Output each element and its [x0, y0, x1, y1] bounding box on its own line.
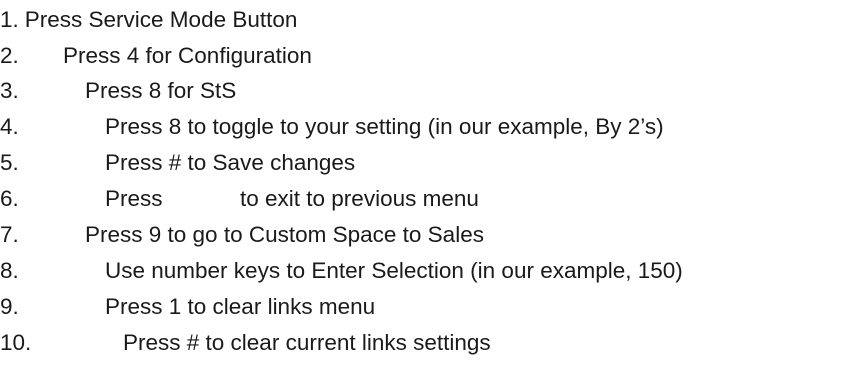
step-number: 10. [0, 330, 32, 355]
step-text-before: Press [105, 186, 163, 211]
step-number: 4. [0, 114, 19, 139]
step-number: 7. [0, 222, 19, 247]
step-text-after: to exit to previous menu [240, 186, 479, 211]
step-number: 5. [0, 150, 19, 175]
step-text: Use number keys to Enter Selection (in o… [105, 258, 683, 283]
step-text: Press 1 to clear links menu [105, 294, 376, 319]
step-text: Press 8 for StS [85, 78, 237, 103]
step-text: Press 8 to toggle to your setting (in ou… [105, 114, 664, 139]
step-number: 9. [0, 294, 19, 319]
step-number: 6. [0, 186, 19, 211]
step-text: Press # to clear current links settings [123, 330, 491, 355]
step-number: 1. [0, 7, 19, 32]
step-text: Press 9 to go to Custom Space to Sales [85, 222, 484, 247]
step-text: Press # to Save changes [105, 150, 356, 175]
step-number: 3. [0, 78, 19, 103]
step-text: Press Service Mode Button [24, 7, 298, 32]
step-number: 8. [0, 258, 19, 283]
step-number: 2. [0, 43, 19, 68]
step-text: Press 4 for Configuration [63, 43, 312, 68]
